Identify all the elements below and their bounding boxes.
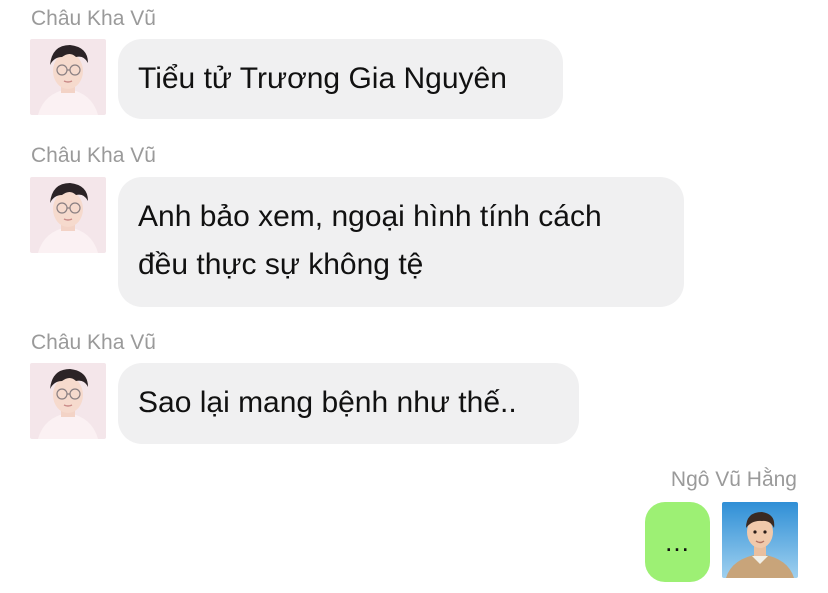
message-text-line: đều thực sự không tệ <box>138 248 424 281</box>
message-text: ... <box>665 527 690 557</box>
message-bubble-outgoing[interactable]: ... <box>645 502 710 582</box>
sender-name: Châu Kha Vũ <box>31 7 156 30</box>
profile-photo-icon[interactable] <box>722 502 798 578</box>
message-bubble[interactable]: Anh bảo xem, ngoại hình tính cách đều th… <box>118 177 684 307</box>
message-bubble[interactable]: Tiểu tử Trương Gia Nguyên <box>118 39 563 119</box>
message-bubble[interactable]: Sao lại mang bệnh như thế.. <box>118 363 579 444</box>
message-text-line: Anh bảo xem, ngoại hình tính cách <box>138 200 602 233</box>
sender-name: Châu Kha Vũ <box>31 144 156 167</box>
sender-name: Châu Kha Vũ <box>31 331 156 354</box>
message-text: Sao lại mang bệnh như thế.. <box>138 386 517 419</box>
profile-photo-icon[interactable] <box>30 39 106 115</box>
sender-name: Ngô Vũ Hằng <box>670 468 797 491</box>
profile-photo-icon[interactable] <box>30 363 106 439</box>
profile-photo-icon[interactable] <box>30 177 106 253</box>
message-text: Tiểu tử Trương Gia Nguyên <box>138 62 507 95</box>
